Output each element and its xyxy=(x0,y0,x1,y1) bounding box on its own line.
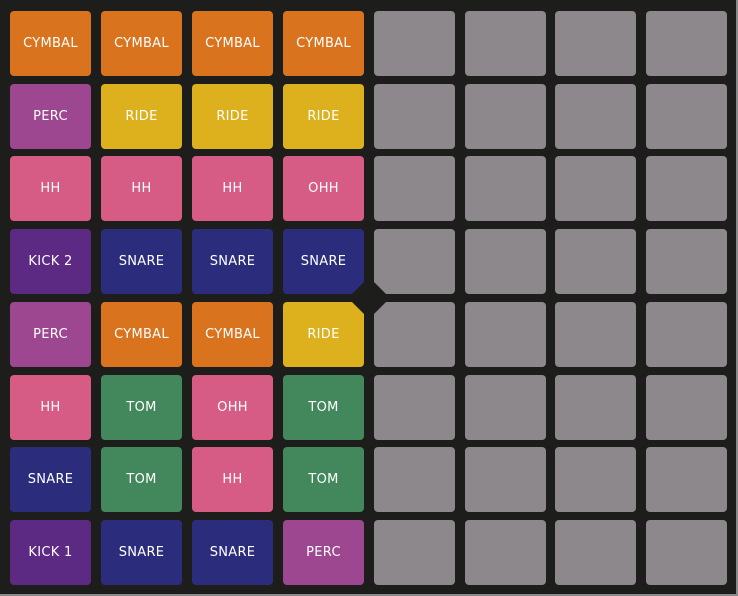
pad-cymbal[interactable]: CYMBAL xyxy=(101,11,182,76)
pad-empty[interactable] xyxy=(646,156,727,221)
pad-ride[interactable]: RIDE xyxy=(283,84,364,149)
pad-cymbal[interactable]: CYMBAL xyxy=(10,11,91,76)
pad-label: PERC xyxy=(33,109,68,124)
pad-empty[interactable] xyxy=(465,156,546,221)
pad-empty[interactable] xyxy=(374,84,455,149)
pad-perc[interactable]: PERC xyxy=(10,302,91,367)
pad-label: TOM xyxy=(126,400,157,415)
pad-empty[interactable] xyxy=(646,447,727,512)
pad-empty[interactable] xyxy=(465,229,546,294)
pad-label: PERC xyxy=(306,545,341,560)
pad-kick-1[interactable]: KICK 1 xyxy=(10,520,91,585)
pad-label: CYMBAL xyxy=(23,36,78,51)
pad-empty[interactable] xyxy=(555,520,636,585)
pad-empty[interactable] xyxy=(555,84,636,149)
pad-tom[interactable]: TOM xyxy=(101,375,182,440)
pad-label: SNARE xyxy=(209,254,256,269)
pad-empty[interactable] xyxy=(465,11,546,76)
pad-label: SNARE xyxy=(118,254,165,269)
pad-label: KICK 2 xyxy=(28,254,73,269)
pad-cymbal[interactable]: CYMBAL xyxy=(192,302,273,367)
pad-cymbal[interactable]: CYMBAL xyxy=(192,11,273,76)
pad-hh[interactable]: HH xyxy=(10,375,91,440)
pad-snare[interactable]: SNARE xyxy=(10,447,91,512)
pad-snare[interactable]: SNARE xyxy=(192,229,273,294)
pad-ride[interactable]: RIDE xyxy=(192,84,273,149)
pad-tom[interactable]: TOM xyxy=(283,447,364,512)
pad-hh[interactable]: HH xyxy=(192,447,273,512)
pad-label: TOM xyxy=(126,472,157,487)
pad-tom[interactable]: TOM xyxy=(283,375,364,440)
pad-label: HH xyxy=(131,181,152,196)
pad-label: CYMBAL xyxy=(114,327,169,342)
pad-empty[interactable] xyxy=(465,520,546,585)
pad-kick-2[interactable]: KICK 2 xyxy=(10,229,91,294)
pad-empty[interactable] xyxy=(555,447,636,512)
pad-label: RIDE xyxy=(307,327,340,342)
pad-hh[interactable]: HH xyxy=(10,156,91,221)
pad-tom[interactable]: TOM xyxy=(101,447,182,512)
pad-perc[interactable]: PERC xyxy=(283,520,364,585)
pad-label: SNARE xyxy=(27,472,74,487)
pad-label: RIDE xyxy=(216,109,249,124)
pad-empty[interactable] xyxy=(465,84,546,149)
pad-label: HH xyxy=(40,400,61,415)
pad-empty[interactable] xyxy=(374,11,455,76)
pad-empty[interactable] xyxy=(646,375,727,440)
pad-label: SNARE xyxy=(209,545,256,560)
pad-empty[interactable] xyxy=(465,447,546,512)
pad-label: SNARE xyxy=(118,545,165,560)
pad-label: KICK 1 xyxy=(28,545,73,560)
pad-label: HH xyxy=(222,181,243,196)
pad-ride[interactable]: RIDE xyxy=(101,84,182,149)
pad-empty[interactable] xyxy=(374,375,455,440)
pad-label: HH xyxy=(222,472,243,487)
pad-hh[interactable]: HH xyxy=(192,156,273,221)
pad-ohh[interactable]: OHH xyxy=(192,375,273,440)
pad-empty[interactable] xyxy=(555,375,636,440)
drum-pad-grid: CYMBAL CYMBAL CYMBAL CYMBAL PERC RIDE RIDE RIDE… xyxy=(0,0,738,596)
pad-empty[interactable] xyxy=(374,447,455,512)
pad-empty[interactable] xyxy=(374,229,455,294)
pad-empty[interactable] xyxy=(374,302,455,367)
pad-label: TOM xyxy=(308,400,339,415)
pad-label: RIDE xyxy=(125,109,158,124)
pad-label: TOM xyxy=(308,472,339,487)
pad-label: CYMBAL xyxy=(296,36,351,51)
pad-label: OHH xyxy=(308,181,339,196)
pad-empty[interactable] xyxy=(646,229,727,294)
pad-perc[interactable]: PERC xyxy=(10,84,91,149)
pad-empty[interactable] xyxy=(374,156,455,221)
pad-empty[interactable] xyxy=(555,11,636,76)
pad-label: CYMBAL xyxy=(114,36,169,51)
pad-label: SNARE xyxy=(300,254,347,269)
pad-cymbal[interactable]: CYMBAL xyxy=(101,302,182,367)
pad-ride[interactable]: RIDE xyxy=(283,302,364,367)
pad-empty[interactable] xyxy=(465,375,546,440)
pad-empty[interactable] xyxy=(465,302,546,367)
pad-label: RIDE xyxy=(307,109,340,124)
pad-empty[interactable] xyxy=(374,520,455,585)
pad-label: HH xyxy=(40,181,61,196)
pad-snare[interactable]: SNARE xyxy=(283,229,364,294)
pad-label: PERC xyxy=(33,327,68,342)
pad-snare[interactable]: SNARE xyxy=(101,520,182,585)
pad-snare[interactable]: SNARE xyxy=(192,520,273,585)
pad-label: OHH xyxy=(217,400,248,415)
pad-empty[interactable] xyxy=(646,84,727,149)
pad-snare[interactable]: SNARE xyxy=(101,229,182,294)
pad-hh[interactable]: HH xyxy=(101,156,182,221)
pad-label: CYMBAL xyxy=(205,36,260,51)
pad-ohh[interactable]: OHH xyxy=(283,156,364,221)
pad-label: CYMBAL xyxy=(205,327,260,342)
pad-empty[interactable] xyxy=(646,520,727,585)
pad-empty[interactable] xyxy=(646,11,727,76)
pad-empty[interactable] xyxy=(646,302,727,367)
pad-empty[interactable] xyxy=(555,302,636,367)
pad-cymbal[interactable]: CYMBAL xyxy=(283,11,364,76)
pad-empty[interactable] xyxy=(555,156,636,221)
pad-empty[interactable] xyxy=(555,229,636,294)
